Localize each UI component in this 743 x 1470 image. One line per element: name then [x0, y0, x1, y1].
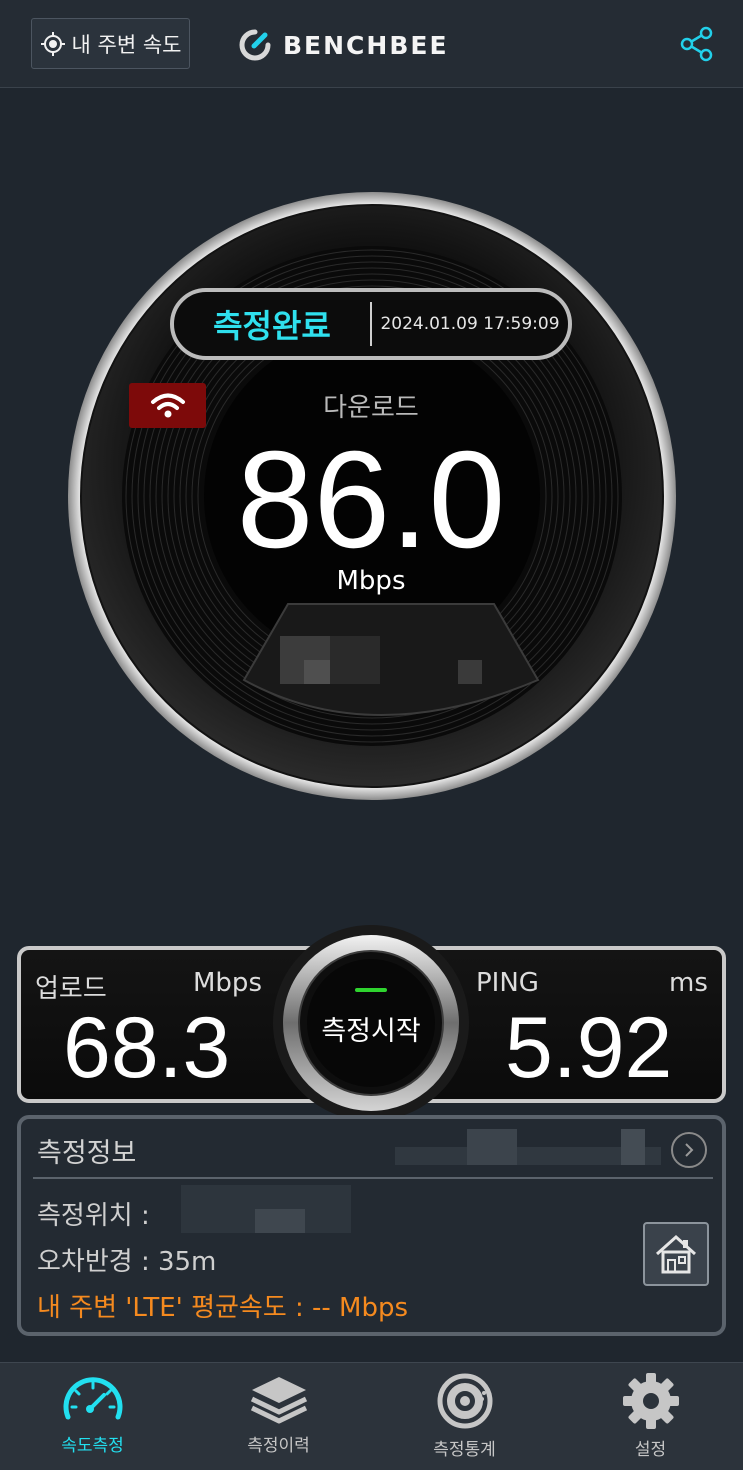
wifi-icon	[150, 393, 185, 417]
ping-unit: ms	[669, 968, 708, 998]
redacted-block	[467, 1129, 517, 1165]
home-icon	[655, 1234, 697, 1274]
ping-value: 5.92	[505, 1000, 673, 1096]
nearby-speed-button[interactable]: 내 주변 속도	[31, 18, 190, 69]
redacted-block	[330, 636, 380, 684]
nav-history-label: 측정이력	[247, 1436, 310, 1456]
layers-icon	[250, 1377, 307, 1424]
upload-unit: Mbps	[193, 968, 262, 998]
benchbee-logo-icon	[239, 29, 271, 61]
location-target-icon	[40, 31, 65, 56]
measurement-status: 측정완료	[213, 307, 331, 345]
home-network-button[interactable]	[643, 1222, 709, 1286]
redacted-block	[621, 1129, 645, 1165]
redacted-block	[458, 660, 482, 684]
benchbee-logo: BENCHBEE	[239, 28, 449, 62]
download-label: 다운로드	[323, 393, 419, 423]
ping-label: PING	[476, 968, 539, 998]
download-unit: Mbps	[336, 566, 406, 596]
lte-average-speed: 내 주변 'LTE' 평균속도 : -- Mbps	[37, 1293, 409, 1323]
info-title: 측정정보	[37, 1138, 137, 1169]
location-label: 측정위치 :	[37, 1201, 150, 1231]
nearby-speed-label: 내 주변 속도	[71, 32, 182, 57]
statistics-icon	[437, 1373, 492, 1429]
measurement-info-panel: 측정정보 측정위치 : 오차반경 : 35m 내 주변 'LTE' 평균속도 :…	[17, 1115, 726, 1336]
start-test-label: 측정시작	[321, 1015, 421, 1047]
redacted-block	[304, 660, 330, 684]
nav-statistics-label: 측정통계	[433, 1440, 496, 1460]
nav-settings[interactable]: 설정	[558, 1363, 743, 1470]
logo-text: BENCHBEE	[283, 30, 449, 60]
top-bar: 내 주변 속도 BENCHBEE	[0, 0, 743, 88]
start-test-button[interactable]: 측정시작	[272, 924, 470, 1122]
redacted-block	[255, 1209, 305, 1233]
measurement-timestamp: 2024.01.09 17:59:09	[380, 314, 560, 334]
bottom-navigation: 속도측정 측정이력 측정통계 설정	[0, 1362, 743, 1470]
network-type-badge	[129, 383, 206, 428]
nav-settings-label: 설정	[634, 1440, 667, 1460]
nav-speed-test-label: 속도측정	[61, 1436, 124, 1456]
nav-statistics[interactable]: 측정통계	[372, 1363, 557, 1470]
nav-history[interactable]: 측정이력	[186, 1363, 371, 1470]
upload-value: 68.3	[63, 1000, 231, 1096]
download-value: 86.0	[236, 423, 506, 577]
error-radius: 오차반경 : 35m	[37, 1247, 217, 1277]
share-icon[interactable]	[679, 26, 715, 62]
info-separator	[33, 1177, 713, 1179]
measurement-status-pill: 측정완료 2024.01.09 17:59:09	[170, 288, 572, 360]
speed-test-app: 내 주변 속도 BENCHBEE 측정완료 2024.01.09 17:59:0…	[0, 0, 743, 1470]
info-detail-button[interactable]	[671, 1132, 707, 1168]
gear-icon	[622, 1373, 679, 1429]
chevron-right-icon	[685, 1143, 694, 1157]
speedometer-icon	[63, 1377, 122, 1420]
nav-speed-test[interactable]: 속도측정	[0, 1363, 185, 1470]
